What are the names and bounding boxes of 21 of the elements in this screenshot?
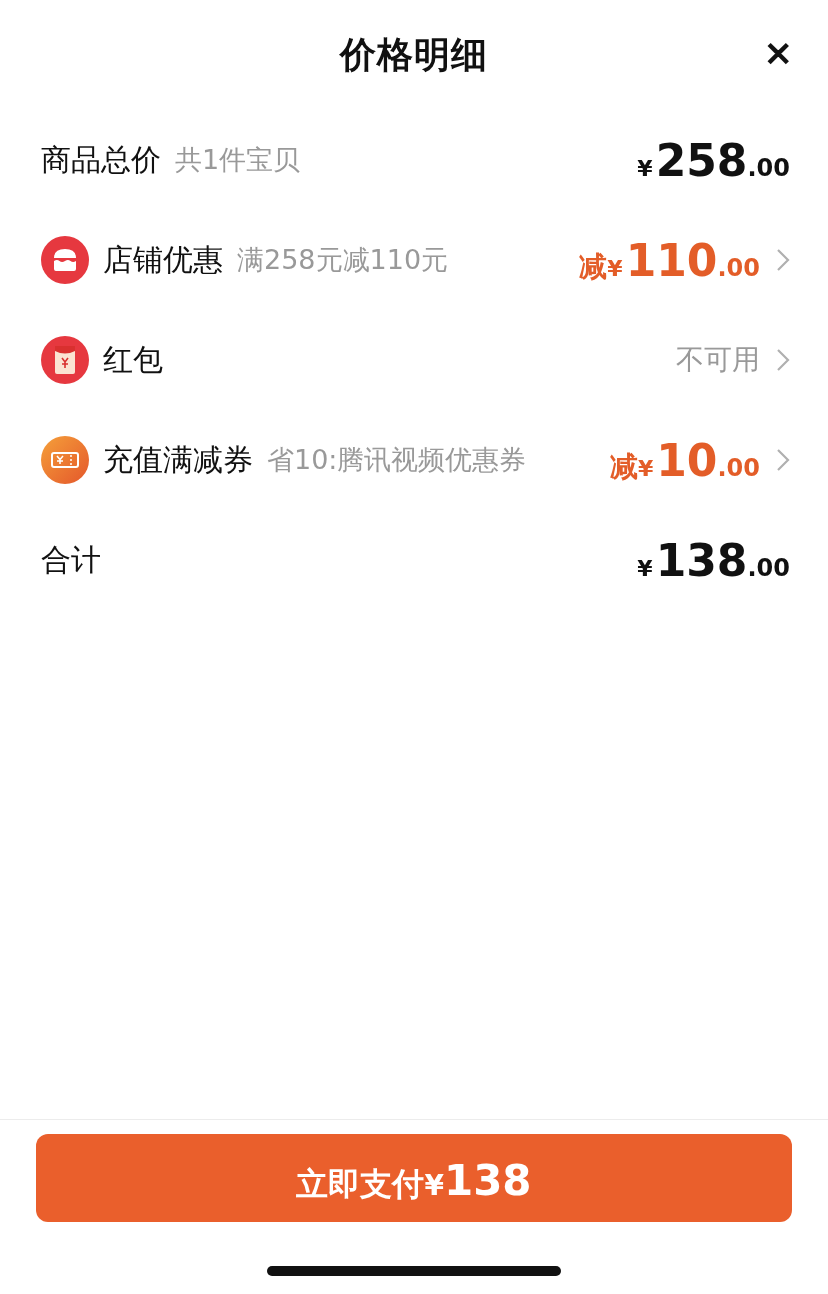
row-label: 商品总价 (41, 140, 161, 179)
price-amount: ¥138.00 (637, 534, 790, 586)
coupon-icon (41, 436, 89, 484)
close-button[interactable]: ✕ (764, 34, 792, 74)
envelope-icon (41, 336, 89, 384)
price-amount: ¥258.00 (637, 134, 790, 186)
chevron-right-icon[interactable] (776, 348, 790, 372)
row-note: 共1件宝贝 (175, 143, 301, 177)
row-note: 满258元减110元 (237, 243, 449, 277)
chevron-right-icon[interactable] (776, 248, 790, 272)
row-label: 店铺优惠 (103, 240, 223, 279)
sheet-title: 价格明细 (340, 32, 488, 77)
row-note: 省10:腾讯视频优惠券 (267, 443, 527, 477)
status-text: 不可用 (676, 342, 760, 378)
row-label: 红包 (103, 340, 163, 379)
price-amount: 减¥10.00 (609, 434, 760, 486)
price-amount: 减¥110.00 (579, 234, 760, 286)
shop-icon (41, 236, 89, 284)
row-label: 充值满减券 (103, 440, 253, 479)
chevron-right-icon[interactable] (776, 448, 790, 472)
row-label: 合计 (41, 540, 101, 579)
